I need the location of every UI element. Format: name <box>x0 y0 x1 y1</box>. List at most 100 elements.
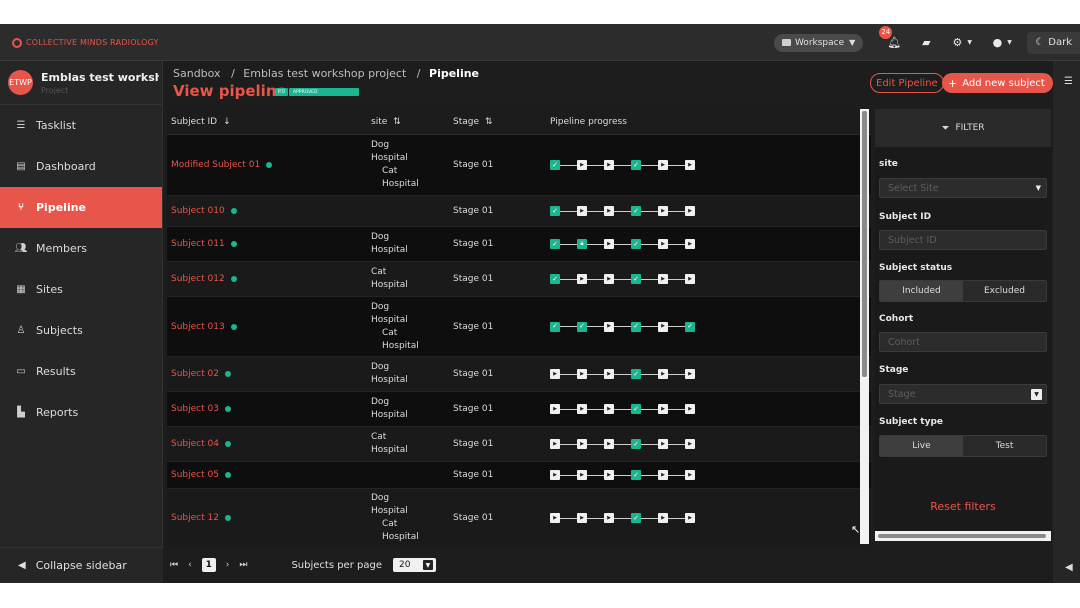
step-pending-icon[interactable]: ▶ <box>604 206 614 216</box>
step-complete-icon[interactable]: ✓ <box>631 321 641 332</box>
project-switcher[interactable]: ETWP Emblas test worksho... Project <box>0 61 162 105</box>
sidebar-item-tasklist[interactable]: ☰ Tasklist <box>0 105 162 146</box>
table-row[interactable]: Subject 03 Dog Hospital Stage 01 ▶ ▶ ▶ ✓ ▶ ▶ <box>167 392 871 427</box>
step-pending-icon[interactable]: ▶ <box>604 439 614 449</box>
reset-filters-button[interactable]: Reset filters <box>875 500 1051 513</box>
subject-link[interactable]: Subject 12 <box>171 513 367 523</box>
step-pending-icon[interactable]: ▶ <box>685 274 695 284</box>
step-pending-icon[interactable]: ▶ <box>685 513 695 523</box>
filter-horizontal-scrollbar[interactable] <box>875 531 1051 541</box>
step-pending-icon[interactable]: ▶ <box>658 206 668 216</box>
table-row[interactable]: Subject 12 Dog Hospital Cat Hospital Stage 01… <box>167 489 871 545</box>
step-complete-icon[interactable]: ✓ <box>631 274 641 284</box>
table-row[interactable]: Modified Subject 01 Dog Hospital Cat Hospita… <box>167 135 871 196</box>
filter-header[interactable]: ⏷ FILTER <box>875 109 1051 147</box>
step-pending-icon[interactable]: ▶ <box>604 470 614 480</box>
table-row[interactable]: Subject 011 Dog Hospital Stage 01 ✓ 🔒︎ ▶ ✓ ▶ ▶ <box>167 227 871 262</box>
step-pending-icon[interactable]: ▶ <box>577 160 587 170</box>
step-complete-icon[interactable]: ✓ <box>550 274 560 284</box>
step-pending-icon[interactable]: ▶ <box>685 404 695 414</box>
chat-button[interactable]: ▰ <box>915 33 937 53</box>
type-live-option[interactable]: Live <box>880 436 963 456</box>
step-pending-icon[interactable]: ▶ <box>685 239 695 249</box>
breadcrumb-item-project[interactable]: Emblas test workshop project <box>243 67 406 80</box>
step-pending-icon[interactable]: ▶ <box>658 321 668 332</box>
step-pending-icon[interactable]: ▶ <box>604 239 614 249</box>
step-pending-icon[interactable]: ▶ <box>577 513 587 523</box>
table-row[interactable]: Subject 013 Dog Hospital Cat Hospital Stage 0… <box>167 297 871 357</box>
step-complete-icon[interactable]: ✓ <box>631 206 641 216</box>
step-pending-icon[interactable]: ▶ <box>577 206 587 216</box>
page-number-current[interactable]: 1 <box>201 558 216 572</box>
sidebar-item-sites[interactable]: ▦ Sites <box>0 269 162 310</box>
subject-link[interactable]: Subject 013 <box>171 322 367 332</box>
subject-link[interactable]: Modified Subject 01 <box>171 160 367 170</box>
step-locked-icon[interactable]: 🔒︎ <box>577 239 587 249</box>
step-pending-icon[interactable]: ▶ <box>658 160 668 170</box>
step-pending-icon[interactable]: ▶ <box>604 321 614 332</box>
step-complete-icon[interactable]: ✓ <box>550 206 560 216</box>
step-complete-icon[interactable]: ✓ <box>550 239 560 249</box>
step-pending-icon[interactable]: ▶ <box>604 404 614 414</box>
workspace-switcher[interactable]: Workspace ▼ <box>773 33 864 52</box>
step-pending-icon[interactable]: ▶ <box>685 206 695 216</box>
site-select[interactable]: Select Site ▼ <box>879 178 1047 198</box>
step-pending-icon[interactable]: ▶ <box>550 439 560 449</box>
sidebar-item-subjects[interactable]: ♙ Subjects <box>0 310 162 351</box>
step-complete-icon[interactable]: ✓ <box>631 513 641 523</box>
subject-link[interactable]: Subject 011 <box>171 239 367 249</box>
step-pending-icon[interactable]: ▶ <box>577 470 587 480</box>
step-complete-icon[interactable]: ✓ <box>685 321 695 332</box>
step-complete-icon[interactable]: ✓ <box>577 321 587 332</box>
step-pending-icon[interactable]: ▶ <box>604 513 614 523</box>
step-pending-icon[interactable]: ▶ <box>550 470 560 480</box>
step-pending-icon[interactable]: ▶ <box>685 369 695 379</box>
step-complete-icon[interactable]: ✓ <box>631 439 641 449</box>
step-pending-icon[interactable]: ▶ <box>577 274 587 284</box>
step-pending-icon[interactable]: ▶ <box>604 160 614 170</box>
next-page-icon[interactable]: › <box>226 560 230 570</box>
brand-logo[interactable]: COLLECTIVE MINDS RADIOLOGY <box>0 24 163 61</box>
step-complete-icon[interactable]: ✓ <box>550 321 560 332</box>
sidebar-item-members[interactable]: 👥︎ Members <box>0 228 162 269</box>
notifications-button[interactable]: 24 🔔︎ <box>879 25 905 53</box>
step-pending-icon[interactable]: ▶ <box>658 470 668 480</box>
per-page-select[interactable]: 20 ▼ <box>392 558 436 572</box>
subject-id-input[interactable]: Subject ID <box>879 230 1047 250</box>
step-complete-icon[interactable]: ✓ <box>631 239 641 249</box>
sidebar-item-pipeline[interactable]: ⑂ Pipeline <box>0 187 162 228</box>
step-pending-icon[interactable]: ▶ <box>658 404 668 414</box>
table-row[interactable]: Subject 02 Dog Hospital Stage 01 ▶ ▶ ▶ ✓ ▶ ▶ <box>167 357 871 392</box>
subject-link[interactable]: Subject 02 <box>171 369 367 379</box>
collapse-sidebar-button[interactable]: ◀︎ Collapse sidebar <box>0 547 163 583</box>
column-header-site[interactable]: site ⇅ <box>367 117 448 127</box>
subject-link[interactable]: Subject 04 <box>171 439 367 449</box>
column-header-stage[interactable]: Stage ⇅ <box>448 117 547 127</box>
edit-pipeline-button[interactable]: Edit Pipeline <box>870 73 944 93</box>
step-pending-icon[interactable]: ▶ <box>577 369 587 379</box>
sidebar-item-dashboard[interactable]: ▤ Dashboard <box>0 146 162 187</box>
step-pending-icon[interactable]: ▶ <box>685 160 695 170</box>
table-vertical-scrollbar[interactable] <box>860 109 869 544</box>
step-pending-icon[interactable]: ▶ <box>604 274 614 284</box>
stage-select[interactable]: Stage ▼ <box>879 384 1047 404</box>
theme-toggle[interactable]: ☾ Dark <box>1027 31 1080 54</box>
step-pending-icon[interactable]: ▶ <box>604 369 614 379</box>
step-pending-icon[interactable]: ▶ <box>658 239 668 249</box>
column-header-subject-id[interactable]: Subject ID ↓ <box>167 117 367 127</box>
step-complete-icon[interactable]: ✓ <box>631 160 641 170</box>
step-complete-icon[interactable]: ✓ <box>631 470 641 480</box>
type-test-option[interactable]: Test <box>963 436 1046 456</box>
scrollbar-thumb[interactable] <box>878 534 1046 538</box>
step-pending-icon[interactable]: ▶ <box>550 369 560 379</box>
step-pending-icon[interactable]: ▶ <box>550 513 560 523</box>
step-complete-icon[interactable]: ✓ <box>631 369 641 379</box>
breadcrumb-item-sandbox[interactable]: Sandbox <box>173 67 221 80</box>
scrollbar-thumb[interactable] <box>862 111 867 377</box>
table-row[interactable]: Subject 04 Cat Hospital Stage 01 ▶ ▶ ▶ ✓ ▶ ▶ <box>167 427 871 462</box>
step-pending-icon[interactable]: ▶ <box>685 470 695 480</box>
collapse-panel-icon[interactable]: ◀︎ <box>1065 562 1073 573</box>
step-pending-icon[interactable]: ▶ <box>685 439 695 449</box>
step-complete-icon[interactable]: ✓ <box>550 160 560 170</box>
status-excluded-option[interactable]: Excluded <box>963 281 1046 301</box>
